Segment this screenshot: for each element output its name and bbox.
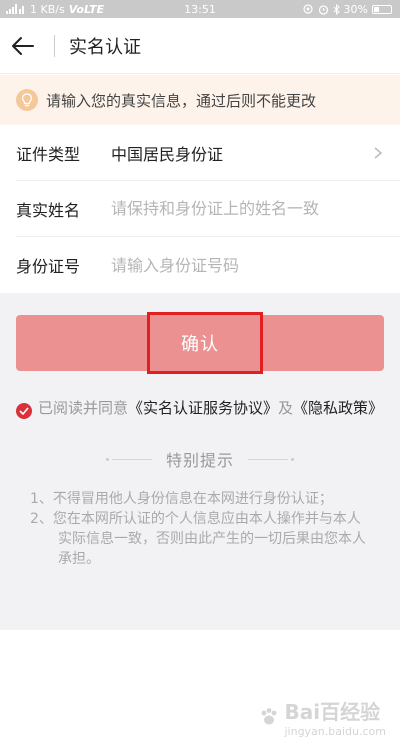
- id-number-label: 身份证号: [16, 257, 81, 276]
- identity-form: 证件类型 中国居民身份证 真实姓名 身份证号: [0, 125, 400, 293]
- id-type-label: 证件类型: [16, 144, 81, 164]
- tips-title: 特别提示: [165, 451, 234, 470]
- agree-checkbox[interactable]: [16, 403, 32, 419]
- status-right: 30%: [302, 3, 392, 16]
- tips-line-right: [248, 458, 288, 460]
- tip-item-1: 1、不得冒用他人身份信息在本网进行身份认证；: [30, 491, 333, 507]
- notice-banner: 请输入您的真实信息，通过后则不能更改: [0, 75, 400, 125]
- tip-item-2: 2、您在本网所认证的个人信息应由本人操作并与本人实际信息一致，否则由此产生的一切…: [30, 511, 366, 567]
- battery-icon: [372, 4, 392, 14]
- id-type-row[interactable]: 证件类型 中国居民身份证: [16, 125, 400, 181]
- name-label: 真实姓名: [16, 200, 81, 220]
- watermark-sub: jingyan.baidu.com: [284, 725, 386, 738]
- tips-line-left: [111, 458, 152, 460]
- tips-body: 1、不得冒用他人身份信息在本网进行身份认证； 2、您在本网所认证的个人信息应由本…: [30, 489, 370, 569]
- status-bar: 1 KB/s VoLTE 13:51 30%: [0, 0, 400, 18]
- tips-heading: 特别提示: [0, 447, 400, 471]
- paw-icon: [262, 708, 277, 725]
- id-number-row: 身份证号: [16, 237, 400, 293]
- tips-dot: [291, 457, 294, 461]
- signal-icon: [6, 4, 24, 14]
- id-type-value: 中国居民身份证: [111, 144, 224, 164]
- back-button[interactable]: [2, 18, 44, 74]
- service-agreement-link[interactable]: 《实名认证服务协议》: [128, 399, 278, 417]
- highlight-box: [147, 312, 263, 374]
- agreement: 已阅读并同意《实名认证服务协议》及《隐私政策》: [16, 399, 384, 419]
- header-divider: [54, 34, 55, 57]
- check-icon: [19, 407, 29, 415]
- bluetooth-icon: [333, 3, 340, 15]
- watermark-text: Bai百经验: [284, 700, 381, 724]
- page-title: 实名认证: [69, 36, 141, 58]
- lightbulb-icon: [16, 89, 38, 111]
- notice-text: 请输入您的真实信息，通过后则不能更改: [46, 91, 317, 110]
- status-time: 13:51: [184, 2, 216, 16]
- agreement-prefix: 已阅读并同意: [38, 399, 129, 417]
- privacy-policy-link[interactable]: 《隐私政策》: [293, 399, 383, 417]
- chevron-right-icon: [374, 146, 383, 159]
- agreement-text: 已阅读并同意《实名认证服务协议》及《隐私政策》: [38, 399, 383, 418]
- tips-dot: [105, 457, 109, 461]
- volte-label: VoLTE: [68, 2, 105, 16]
- name-input[interactable]: [111, 199, 384, 218]
- status-left: 1 KB/s VoLTE: [6, 3, 104, 16]
- eye-icon: [302, 4, 313, 14]
- baidu-watermark: Bai百经验 jingyan.baidu.com: [258, 696, 386, 738]
- arrow-left-icon: [12, 36, 34, 55]
- name-row: 真实姓名: [16, 181, 400, 237]
- network-speed: 1 KB/s: [30, 2, 65, 16]
- header: 实名认证: [0, 18, 400, 74]
- battery-percent: 30%: [343, 2, 368, 16]
- alarm-icon: [318, 4, 328, 15]
- confirm-button[interactable]: 确认: [16, 312, 384, 374]
- content-area: 确认 已阅读并同意《实名认证服务协议》及《隐私政策》 特别提示 1、不得冒用他人…: [0, 293, 400, 630]
- id-number-input[interactable]: [111, 255, 384, 275]
- agreement-and: 及: [278, 399, 294, 417]
